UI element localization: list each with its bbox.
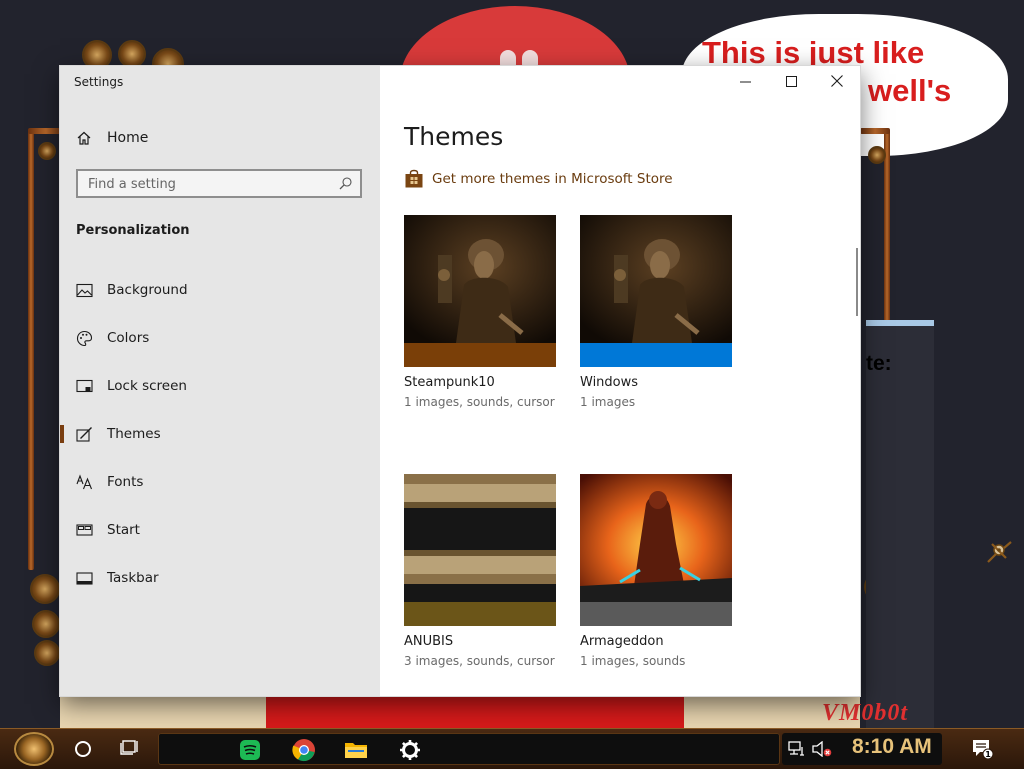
maximize-icon [785, 75, 797, 87]
vertical-scrollbar[interactable] [856, 248, 858, 316]
frame-pipe-left [28, 130, 34, 570]
theme-accent-swatch [580, 343, 732, 367]
cortana-icon[interactable] [75, 741, 91, 757]
maximize-button[interactable] [768, 66, 814, 96]
sidebar-item-label: Start [107, 522, 140, 538]
theme-name: ANUBIS [404, 634, 454, 649]
store-bag-icon [405, 169, 423, 188]
settings-gear-icon[interactable] [398, 738, 422, 762]
home-nav-item[interactable]: Home [76, 128, 148, 148]
theme-thumbnail [404, 474, 556, 626]
desktop-bottom-red [266, 696, 684, 728]
brush-icon [76, 426, 93, 443]
theme-thumbnail [580, 215, 732, 367]
taskbar-app-area [158, 733, 780, 765]
theme-card-windows[interactable]: Windows 1 images [580, 215, 732, 409]
desktop-watermark: VM0b0t [822, 700, 909, 726]
theme-card-armageddon[interactable]: Armageddon 1 images, sounds [580, 474, 732, 668]
window-title: Settings [74, 75, 124, 89]
sidebar-item-taskbar[interactable]: Taskbar [60, 561, 380, 595]
volume-muted-icon[interactable] [812, 741, 832, 757]
theme-details: 1 images, sounds, cursor [404, 395, 555, 409]
home-label: Home [107, 130, 149, 146]
sidebar-item-start[interactable]: Start [60, 513, 380, 547]
theme-thumbnail [580, 474, 732, 626]
close-button[interactable] [814, 66, 860, 96]
find-setting-input[interactable] [88, 175, 328, 193]
theme-card-anubis[interactable]: ANUBIS 3 images, sounds, cursor [404, 474, 556, 668]
armageddon-fire-image [580, 474, 732, 626]
themes-content: Themes Get more themes in Microsoft Stor… [380, 66, 860, 696]
sidebar-item-label: Lock screen [107, 378, 187, 394]
start-icon [76, 522, 93, 539]
theme-name: Steampunk10 [404, 375, 495, 390]
frame-gear-icon [868, 146, 886, 164]
steampunk-figure-image [580, 215, 732, 367]
frame-gear-icon [34, 640, 60, 666]
frame-gear-icon [30, 574, 60, 604]
lock-screen-icon [76, 378, 93, 395]
taskbar: 8:10 AM 1 [0, 728, 1024, 769]
theme-details: 1 images, sounds [580, 654, 686, 668]
frame-pipe-left-top [28, 128, 64, 134]
steampunk-figure-image [404, 215, 556, 367]
page-title: Themes [404, 122, 504, 151]
sidebar-item-lock-screen[interactable]: Lock screen [60, 369, 380, 403]
sidebar-item-colors[interactable]: Colors [60, 321, 380, 355]
sidebar-item-themes[interactable]: Themes [60, 417, 380, 451]
taskbar-icon [76, 570, 93, 587]
sidebar-item-label: Colors [107, 330, 150, 346]
task-view-icon[interactable] [120, 739, 140, 757]
find-setting-search[interactable] [76, 169, 362, 198]
background-window-text: te: [866, 352, 892, 375]
sidebar-item-label: Themes [107, 426, 161, 442]
theme-card-steampunk10[interactable]: Steampunk10 1 images, sounds, cursor [404, 215, 556, 409]
spotify-icon[interactable] [238, 738, 262, 762]
store-link-label: Get more themes in Microsoft Store [432, 171, 673, 187]
theme-name: Armageddon [580, 634, 664, 649]
theme-details: 3 images, sounds, cursor [404, 654, 555, 668]
sidebar-item-label: Taskbar [107, 570, 159, 586]
chrome-icon[interactable] [292, 738, 316, 762]
file-explorer-icon[interactable] [344, 738, 368, 762]
theme-name: Windows [580, 375, 639, 390]
sidebar-item-background[interactable]: Background [60, 273, 380, 307]
desktop-cursor-icon [987, 541, 1012, 563]
start-button[interactable] [14, 732, 54, 766]
picture-icon [76, 282, 93, 299]
home-icon [77, 131, 91, 145]
anubis-pattern-image [404, 474, 556, 626]
frame-pipe-right-top [860, 128, 890, 134]
sidebar-item-label: Fonts [107, 474, 144, 490]
search-icon[interactable] [339, 177, 352, 190]
frame-gear-icon [32, 610, 60, 638]
background-window-panel [866, 320, 934, 728]
close-icon [831, 75, 843, 87]
minimize-button[interactable] [722, 66, 768, 96]
theme-accent-swatch [404, 343, 556, 367]
notification-icon[interactable]: 1 [972, 739, 994, 759]
fonts-icon [76, 473, 93, 491]
palette-icon [76, 330, 93, 347]
section-title-personalization: Personalization [76, 223, 190, 238]
theme-accent-swatch [404, 602, 556, 626]
theme-accent-swatch [580, 602, 732, 626]
theme-details: 1 images [580, 395, 636, 409]
frame-gear-icon [38, 142, 56, 160]
sidebar-item-fonts[interactable]: Fonts [60, 465, 380, 499]
settings-sidebar: Settings Home Personalization Background [60, 66, 380, 696]
frame-gear-icon [118, 40, 146, 68]
sidebar-item-label: Background [107, 282, 188, 298]
network-icon[interactable] [788, 741, 806, 757]
settings-window: Settings Home Personalization Background [60, 66, 860, 696]
minimize-icon [739, 81, 751, 82]
microsoft-store-link[interactable]: Get more themes in Microsoft Store [404, 169, 673, 189]
notification-count-badge: 1 [985, 750, 991, 759]
theme-thumbnail [404, 215, 556, 367]
taskbar-clock[interactable]: 8:10 AM [852, 735, 932, 759]
